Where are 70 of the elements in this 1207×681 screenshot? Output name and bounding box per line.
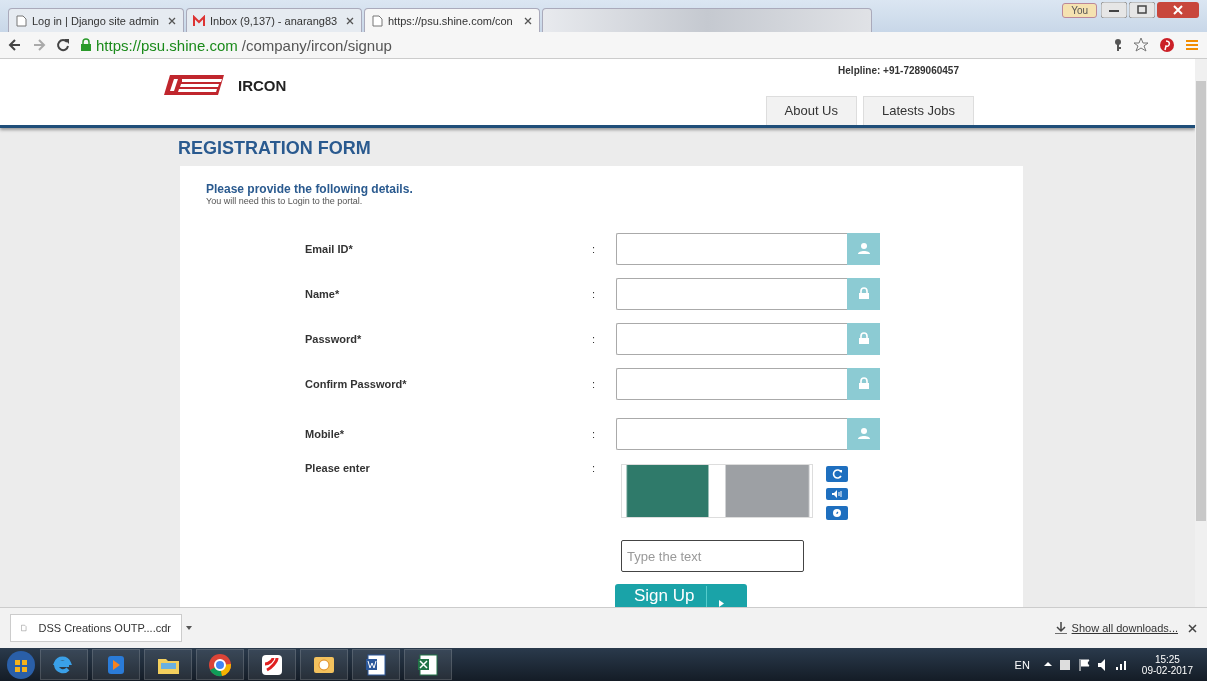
user-icon: [857, 242, 870, 255]
help-icon[interactable]: [826, 506, 848, 520]
colon-separator: :: [592, 427, 597, 440]
taskbar-button[interactable]: [248, 649, 296, 680]
close-icon[interactable]: [1188, 623, 1197, 633]
back-icon[interactable]: [8, 38, 22, 52]
taskbar-button[interactable]: [404, 649, 452, 680]
nav-link[interactable]: About Us: [765, 96, 857, 125]
speaker-icon[interactable]: [826, 488, 848, 500]
input-field[interactable]: [616, 277, 847, 310]
input-field[interactable]: [616, 367, 847, 400]
browser-tab[interactable]: https://psu.shine.com/con: [364, 8, 540, 32]
logo-icon: [164, 73, 224, 97]
brand-name: IRCON: [238, 76, 287, 94]
taskbar-button[interactable]: [352, 649, 400, 680]
input-field[interactable]: [616, 322, 847, 355]
field-label: Confirm Password*: [305, 377, 408, 390]
minimize-icon[interactable]: [1101, 2, 1127, 18]
close-icon[interactable]: [167, 15, 177, 26]
close-icon[interactable]: [523, 15, 533, 26]
colon-separator: :: [592, 332, 597, 345]
clock-date[interactable]: 09-02-2017: [1141, 664, 1193, 676]
nav-link[interactable]: Latests Jobs: [863, 96, 974, 125]
language-indicator[interactable]: EN: [1014, 658, 1030, 671]
page-icon: [15, 14, 27, 27]
lock-icon: [857, 377, 870, 390]
caret-icon[interactable]: [186, 626, 192, 630]
user-icon: [857, 427, 870, 440]
page-icon: [371, 14, 383, 27]
download-item[interactable]: DSS Creations OUTP....cdr: [10, 614, 182, 642]
refresh-icon[interactable]: [826, 466, 848, 482]
field-label: Password*: [305, 332, 363, 345]
input-field[interactable]: [616, 232, 847, 265]
scrollbar[interactable]: [1195, 59, 1207, 607]
clock-time[interactable]: 15:25: [1154, 653, 1180, 665]
helpline-text: Helpline: +91-7289060457: [838, 64, 960, 76]
close-icon[interactable]: [1157, 2, 1199, 18]
field-label: Please enter: [305, 462, 371, 474]
taskbar-button[interactable]: [300, 649, 348, 680]
browser-tab[interactable]: Log in | Django site admin: [8, 8, 184, 32]
mail-icon: [193, 14, 205, 27]
arrow-icon: [719, 600, 725, 607]
form-subheading: You will need this to Login to the portal.: [206, 196, 364, 206]
colon-separator: :: [592, 462, 597, 474]
captcha-input[interactable]: Type the text: [621, 540, 804, 572]
profile-button[interactable]: You: [1062, 3, 1097, 18]
colon-separator: :: [592, 242, 597, 255]
key-icon[interactable]: [1113, 38, 1123, 52]
form-heading: Please provide the following details.: [206, 182, 414, 196]
taskbar-button[interactable]: [196, 649, 244, 680]
lock-icon: [857, 332, 870, 345]
field-label: Email ID*: [305, 242, 354, 255]
colon-separator: :: [592, 377, 597, 390]
close-icon[interactable]: [345, 15, 355, 26]
pin-icon[interactable]: [1159, 37, 1175, 53]
show-all-downloads-link[interactable]: Show all downloads...: [1054, 622, 1178, 634]
lock-icon: [857, 287, 870, 300]
download-icon: [1054, 622, 1067, 634]
tray-icons-drawing[interactable]: [1043, 656, 1128, 673]
field-label: Mobile*: [305, 427, 346, 440]
input-field[interactable]: [616, 417, 847, 450]
taskbar-button[interactable]: [144, 649, 192, 680]
form-title: REGISTRATION FORM: [178, 138, 372, 159]
maximize-icon[interactable]: [1129, 2, 1155, 18]
start-orb-icon[interactable]: [6, 649, 36, 680]
reload-icon[interactable]: [56, 38, 70, 52]
colon-separator: :: [592, 287, 597, 300]
field-label: Name*: [305, 287, 341, 300]
star-icon[interactable]: [1133, 37, 1149, 53]
browser-tab[interactable]: Inbox (9,137) - anarang83: [186, 8, 362, 32]
